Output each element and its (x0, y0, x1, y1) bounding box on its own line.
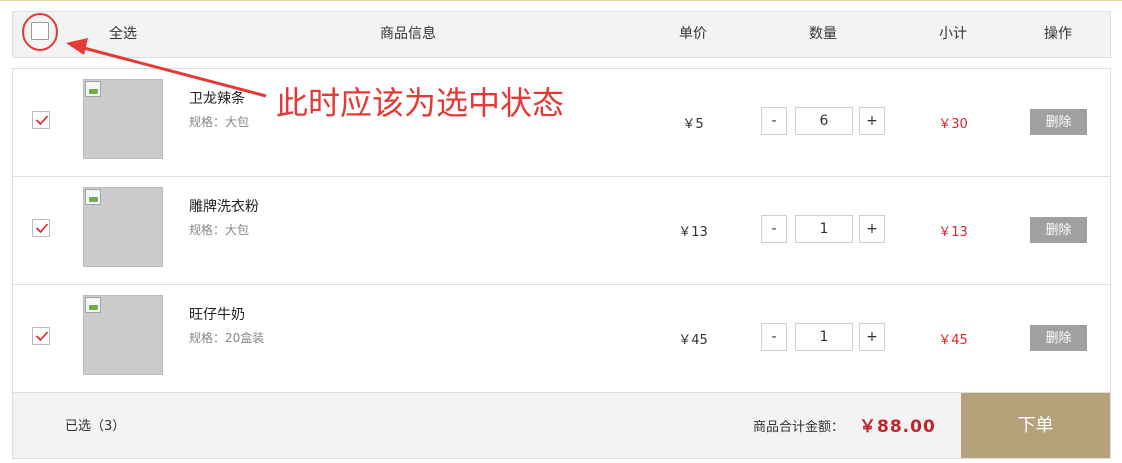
annotation-arrow-head (66, 38, 88, 55)
annotation-arrow-line (79, 45, 267, 98)
annotation-circle (22, 13, 58, 51)
annotation-overlay (22, 13, 267, 98)
annotation-text: 此时应该为选中状态 (276, 84, 565, 122)
